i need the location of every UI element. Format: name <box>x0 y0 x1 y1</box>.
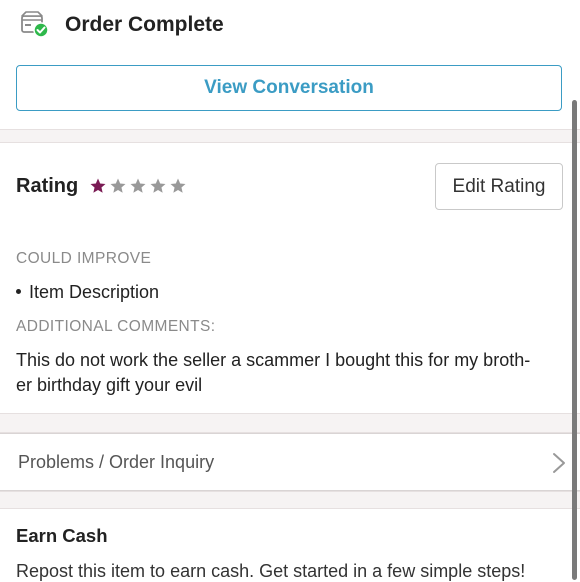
scrollbar[interactable] <box>572 100 577 580</box>
bullet-icon <box>16 288 21 294</box>
could-improve-label: COULD IMPROVE <box>16 250 152 267</box>
star-empty-icon <box>110 178 126 193</box>
star-empty-icon <box>150 178 166 193</box>
rating-stars <box>89 177 187 195</box>
star-filled-icon <box>90 178 106 193</box>
star-empty-icon <box>170 178 186 193</box>
page-title: Order Complete <box>65 13 224 36</box>
section-divider <box>0 413 580 433</box>
rating-label: Rating <box>16 175 79 197</box>
comment-line: This do not work the seller a scammer I … <box>16 350 531 370</box>
order-inquiry-row[interactable]: Problems / Order Inquiry <box>0 433 580 491</box>
section-divider <box>0 129 580 143</box>
order-header: Order Complete <box>0 0 580 52</box>
order-inquiry-label: Problems / Order Inquiry <box>18 452 215 472</box>
earn-cash-description: Repost this item to earn cash. Get start… <box>16 561 526 581</box>
view-conversation-button[interactable]: View Conversation <box>16 65 562 111</box>
list-item: Item Description <box>16 282 159 303</box>
earn-cash-title: Earn Cash <box>16 525 108 546</box>
chevron-right-icon <box>553 453 565 473</box>
review-comment: This do not work the seller a scammer I … <box>16 348 564 398</box>
package-check-icon <box>21 11 49 38</box>
additional-comments-label: ADDITIONAL COMMENTS: <box>16 318 216 335</box>
star-empty-icon <box>130 178 146 193</box>
section-divider <box>0 491 580 509</box>
could-improve-item: Item Description <box>29 282 160 302</box>
edit-rating-button[interactable]: Edit Rating <box>435 163 563 210</box>
comment-line: er birthday gift your evil <box>16 375 203 395</box>
